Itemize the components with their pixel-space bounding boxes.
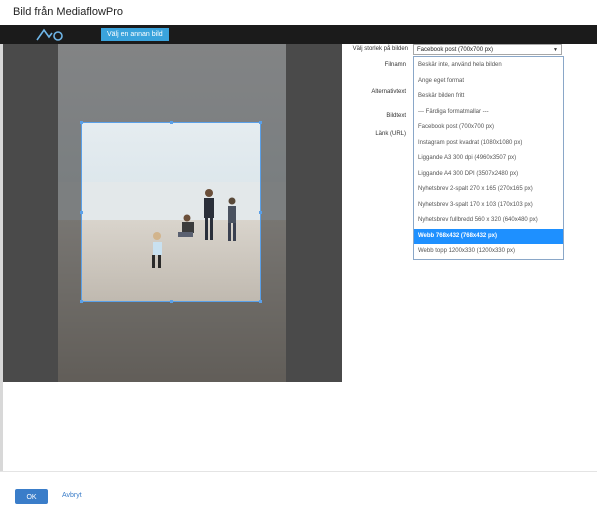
cancel-link[interactable]: Avbryt — [62, 492, 82, 499]
dropdown-option[interactable]: Beskär inte, använd hela bilden — [414, 58, 563, 73]
dialog-title: Bild från MediaflowPro — [13, 6, 124, 18]
size-select-value: Facebook post (700x700 px) — [417, 47, 494, 53]
ok-button[interactable]: OK — [15, 489, 48, 504]
image-editor — [3, 44, 342, 382]
crop-handle[interactable] — [80, 211, 83, 214]
dropdown-option[interactable]: Nyhetsbrev 2-spalt 270 x 165 (270x165 px… — [414, 182, 563, 197]
crop-handle[interactable] — [80, 121, 83, 124]
dialog-titlebar: Bild från MediaflowPro — [0, 0, 597, 26]
footer-divider — [0, 471, 597, 472]
dropdown-option[interactable]: Facebook post (700x700 px) — [414, 120, 563, 135]
dropdown-option[interactable]: Nyhetsbrev 3-spalt 170 x 103 (170x103 px… — [414, 198, 563, 213]
size-label: Välj storlek på bilden — [352, 46, 408, 52]
crop-handle[interactable] — [259, 121, 262, 124]
dropdown-option[interactable]: Instagram post kvadrat (1080x1080 px) — [414, 136, 563, 151]
dropdown-option[interactable]: --- Färdiga formatmallar --- — [414, 105, 563, 120]
size-select[interactable]: Facebook post (700x700 px) ▼ — [413, 44, 562, 55]
dropdown-option[interactable]: Ange eget format — [414, 74, 563, 89]
dropdown-option[interactable]: Nyhetsbrev fullbredd 560 x 320 (640x480 … — [414, 213, 563, 228]
filename-label: Filnamn — [384, 62, 406, 68]
size-dropdown-list[interactable]: Beskär inte, använd hela bilden Ange eget… — [413, 56, 564, 260]
dropdown-option[interactable]: Webb 768x432 (768x432 px) — [414, 228, 563, 244]
crop-frame[interactable] — [80, 121, 262, 303]
mediaflow-logo-icon — [36, 28, 63, 41]
dropdown-option[interactable]: Webb topp 1200x330 (1200x330 px) — [414, 244, 563, 259]
crop-handle[interactable] — [170, 300, 173, 303]
caption-label: Bildtext — [386, 113, 406, 119]
crop-handle[interactable] — [259, 211, 262, 214]
chevron-down-icon: ▼ — [553, 47, 558, 53]
toolbar: Välj en annan bild — [0, 25, 597, 44]
dropdown-option[interactable]: Liggande A3 300 dpi (4960x3507 px) — [414, 151, 563, 166]
crop-handle[interactable] — [170, 121, 173, 124]
crop-handle[interactable] — [259, 300, 262, 303]
select-another-image-button[interactable]: Välj en annan bild — [101, 28, 169, 41]
alt-text-label: Alternativtext — [371, 89, 406, 95]
crop-handle[interactable] — [80, 300, 83, 303]
dropdown-option[interactable]: Liggande A4 300 DPI (3507x2480 px) — [414, 167, 563, 182]
link-label: Länk (URL) — [375, 131, 406, 137]
dropdown-option[interactable]: Beskär bilden fritt — [414, 89, 563, 104]
